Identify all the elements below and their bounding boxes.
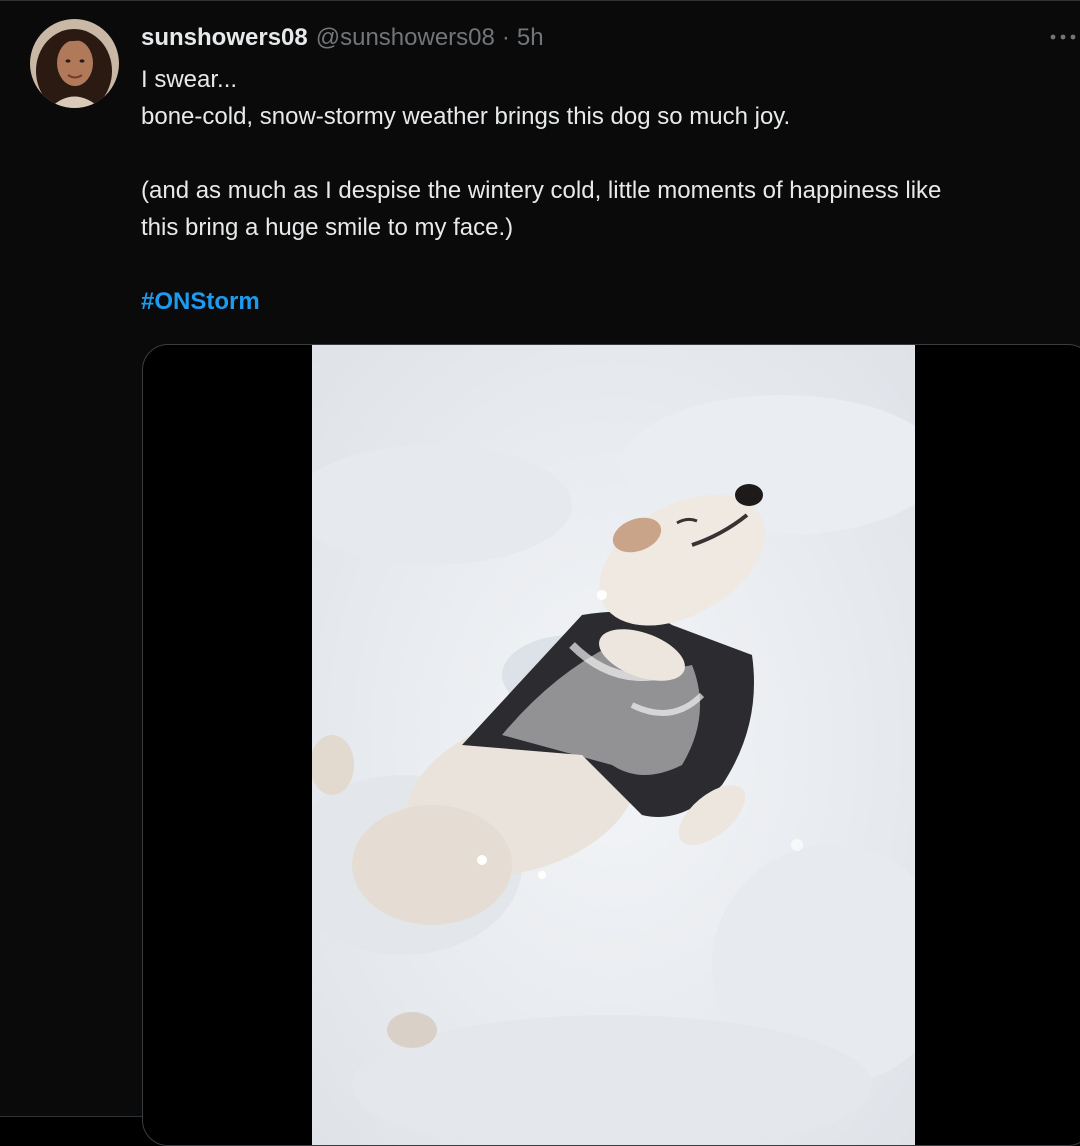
more-options-icon bbox=[1050, 34, 1076, 40]
hashtag-link[interactable]: #ONStorm bbox=[141, 288, 260, 315]
author-display-name[interactable]: sunshowers08 bbox=[141, 24, 308, 52]
tweet-text-line: I swear... bbox=[141, 66, 238, 93]
tweet-text-line: bone-cold, snow-stormy weather brings th… bbox=[141, 103, 791, 130]
tweet-text-line: this bring a huge smile to my face.) bbox=[141, 214, 514, 241]
tweet-text: I swear... bone-cold, snow-stormy weathe… bbox=[141, 61, 1080, 320]
tweet-video[interactable] bbox=[142, 344, 1080, 1146]
video-thumbnail bbox=[312, 345, 915, 1145]
tweet-card[interactable]: sunshowers08 @sunshowers08 · 5h I swear.… bbox=[0, 0, 1080, 1146]
avatar[interactable] bbox=[30, 19, 119, 108]
video-frame bbox=[312, 345, 915, 1145]
tweet-timestamp[interactable]: 5h bbox=[517, 24, 544, 52]
avatar-image bbox=[30, 19, 119, 108]
tweet-text-line: (and as much as I despise the wintery co… bbox=[141, 177, 942, 204]
tweet-header: sunshowers08 @sunshowers08 · 5h bbox=[141, 21, 544, 55]
author-handle[interactable]: @sunshowers08 bbox=[316, 24, 495, 52]
header-separator: · bbox=[501, 24, 510, 51]
more-options-button[interactable] bbox=[1046, 22, 1080, 52]
